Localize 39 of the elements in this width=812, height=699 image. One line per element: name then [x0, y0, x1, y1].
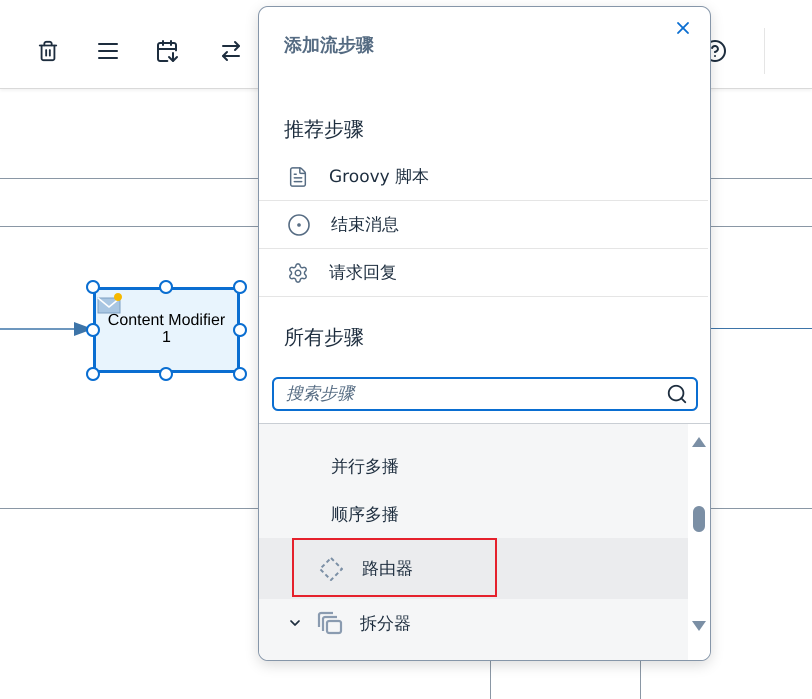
step-item[interactable]: 顺序多播 — [259, 490, 688, 538]
resize-handle[interactable] — [233, 323, 247, 337]
popover-title: 添加流步骤 — [284, 34, 374, 57]
content-modifier-node[interactable]: Content Modifier 1 — [93, 287, 240, 373]
scroll-thumb[interactable] — [693, 506, 705, 532]
step-label: 并行多播 — [331, 456, 399, 478]
scroll-down-icon[interactable] — [691, 620, 707, 632]
resize-handle[interactable] — [233, 367, 247, 381]
resize-handle[interactable] — [86, 323, 100, 337]
step-item[interactable]: 结束消息 — [259, 201, 708, 249]
section-heading: 所有步骤 — [283, 324, 365, 350]
step-label: 路由器 — [362, 558, 413, 580]
section-heading: 推荐步骤 — [283, 116, 365, 142]
step-label: 顺序多播 — [331, 504, 399, 526]
radio-icon — [287, 212, 311, 236]
trash-icon — [37, 40, 59, 62]
document-icon — [287, 166, 309, 188]
node-label: Content Modifier — [108, 312, 226, 329]
layers-icon — [317, 611, 343, 635]
search-field[interactable]: 搜索步骤 — [272, 377, 698, 411]
scroll-up-icon[interactable] — [691, 436, 707, 448]
resize-handle[interactable] — [86, 280, 100, 294]
step-item[interactable]: 拆分器 — [259, 599, 688, 647]
swap-icon — [219, 39, 243, 63]
step-item[interactable]: 路由器 — [259, 538, 688, 599]
step-item[interactable]: 请求回复 — [259, 249, 708, 297]
node-index: 1 — [162, 329, 171, 346]
search-icon — [666, 383, 688, 405]
diamond-icon — [319, 556, 343, 580]
calendar-icon — [155, 39, 179, 63]
resize-handle[interactable] — [86, 367, 100, 381]
gear-icon — [287, 262, 309, 284]
step-label: 拆分器 — [360, 612, 411, 634]
resize-handle[interactable] — [233, 280, 247, 294]
step-item[interactable]: 并行多播 — [259, 442, 688, 490]
resize-handle[interactable] — [159, 280, 173, 294]
envelope-icon — [97, 292, 123, 314]
step-item[interactable]: Groovy 脚本 — [259, 153, 708, 201]
resize-handle[interactable] — [159, 367, 173, 381]
